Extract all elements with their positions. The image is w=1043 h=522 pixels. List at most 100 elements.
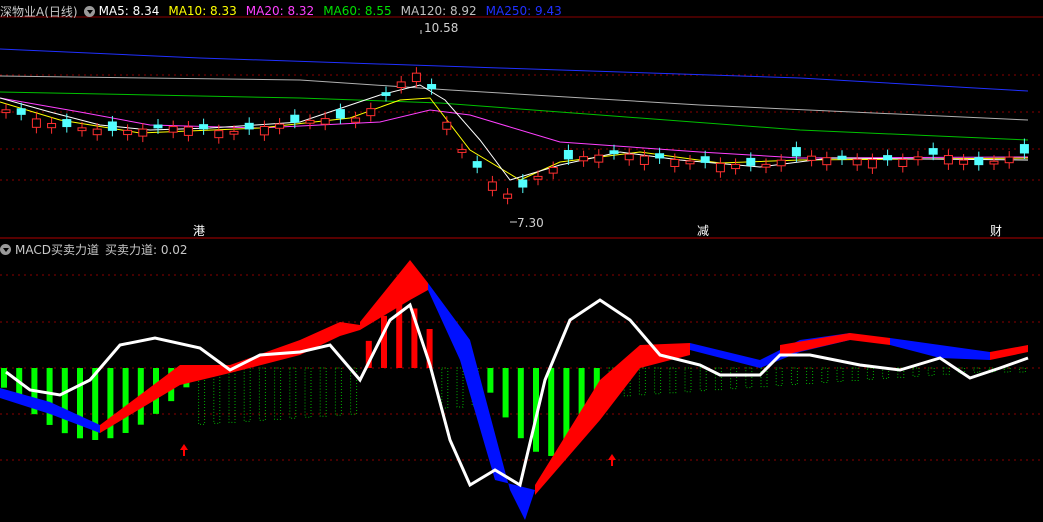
- macd-hist-outline: [1003, 367, 1011, 373]
- candle-body: [47, 122, 57, 129]
- candle-body: [518, 179, 528, 188]
- candle-body: [351, 117, 361, 123]
- ma250-line: [0, 48, 1029, 92]
- macd-hist-outline: [654, 367, 662, 395]
- macd-ribbon-red: [535, 343, 690, 495]
- dropdown-circle-icon[interactable]: [0, 243, 11, 255]
- macd-hist-bar: [1, 368, 7, 388]
- candle-body: [31, 118, 41, 128]
- candle-body: [776, 159, 786, 167]
- candle-body: [943, 155, 953, 165]
- candle-body: [442, 121, 452, 130]
- macd-hist-outline: [334, 367, 342, 416]
- candle-body: [396, 81, 406, 89]
- candle-body: [989, 160, 999, 165]
- candle-body: [898, 159, 908, 168]
- candle-body: [138, 128, 148, 137]
- macd-hist-bar: [77, 368, 83, 439]
- macd-hist-outline: [441, 367, 449, 409]
- event-marker-cai[interactable]: 财: [990, 222, 1002, 239]
- candle-body: [77, 127, 87, 132]
- candle-body: [153, 124, 163, 129]
- candle-body: [807, 155, 817, 161]
- candle-body: [275, 123, 285, 129]
- candle-body: [168, 126, 178, 133]
- macd-hist-outline: [912, 367, 920, 377]
- ma60-label: MA60: 8.55: [323, 4, 392, 18]
- candle-body: [685, 160, 695, 165]
- candle-body: [107, 121, 117, 131]
- candle-body: [974, 157, 984, 166]
- ma5-label: MA5: 8.34: [98, 4, 160, 18]
- macd-hist-bar: [122, 368, 129, 433]
- macd-hist-bar: [517, 368, 524, 439]
- macd-ribbon-red: [990, 345, 1028, 360]
- candle-body: [411, 72, 421, 83]
- macd-hist-bar: [487, 368, 494, 393]
- candle-body: [670, 158, 680, 167]
- macd-hist-outline: [836, 367, 844, 382]
- candle-body: [1, 109, 11, 114]
- candle-body: [183, 126, 193, 136]
- event-marker-gang[interactable]: 港: [193, 222, 205, 239]
- candle-body: [472, 161, 482, 168]
- candle-body: [700, 156, 710, 163]
- candle-body: [883, 155, 893, 161]
- ma250-label: MA250: 9.43: [485, 4, 562, 18]
- low-price-label: 7.30: [517, 216, 544, 230]
- candle-body: [822, 157, 832, 166]
- macd-hist-outline: [669, 367, 677, 394]
- candle-body: [959, 159, 969, 165]
- candle-body: [199, 124, 209, 130]
- candle-body: [624, 153, 634, 161]
- candle-body: [1004, 156, 1014, 164]
- macd-hist-bar: [381, 315, 387, 368]
- chart-canvas: [0, 16, 1043, 520]
- candle-body: [427, 84, 437, 90]
- macd-hist-outline: [1018, 367, 1026, 373]
- macd-hist-outline: [851, 367, 859, 381]
- macd-hist-outline: [274, 367, 282, 420]
- buy-arrow-icon: [180, 444, 188, 450]
- macd-hist-outline: [684, 367, 692, 393]
- macd-hist-outline: [821, 367, 829, 383]
- macd-hist-outline: [304, 367, 312, 418]
- candle-body: [746, 157, 756, 166]
- candle-body: [548, 167, 558, 174]
- dropdown-circle-icon[interactable]: [83, 5, 95, 17]
- candle-body: [214, 130, 224, 139]
- candle-body: [244, 122, 254, 130]
- macd-title: MACD买卖力道: [15, 242, 99, 257]
- candle-body: [579, 156, 589, 162]
- candle-body: [867, 159, 877, 169]
- macd-hist-outline: [730, 367, 738, 390]
- candle-body: [928, 148, 938, 155]
- high-price-label: 10.58: [424, 21, 459, 35]
- candle-body: [1019, 144, 1029, 154]
- candle-body: [852, 158, 862, 166]
- macd-hist-outline: [638, 367, 646, 396]
- candle-body: [503, 193, 513, 199]
- macd-hist-outline: [289, 367, 297, 419]
- macd-hist-bar: [46, 368, 53, 425]
- macd-hist-outline: [806, 367, 814, 385]
- macd-hist-outline: [927, 367, 935, 376]
- candle-body: [913, 156, 923, 161]
- main-panel-header: 深物业A(日线) MA5: 8.34 MA10: 8.33 MA20: 8.32…: [0, 2, 571, 20]
- candle-body: [761, 163, 771, 168]
- candle-body: [837, 155, 847, 160]
- candle-body: [609, 150, 619, 155]
- candle-body: [305, 119, 315, 124]
- ma20-label: MA20: 8.32: [245, 4, 315, 18]
- candle-body: [731, 163, 741, 170]
- sub-panel-header: MACD买卖力道 买卖力道: 0.02: [0, 240, 194, 258]
- macd-hist-bar: [548, 368, 555, 456]
- event-marker-jian[interactable]: 减: [697, 222, 709, 239]
- macd-hist-outline: [699, 367, 707, 392]
- candle-body: [290, 114, 300, 123]
- macd-value: 买卖力道: 0.02: [104, 242, 188, 257]
- macd-hist-outline: [456, 367, 464, 408]
- stock-title: 深物业A(日线): [0, 4, 78, 19]
- macd-hist-outline: [942, 367, 950, 375]
- candle-body: [563, 150, 573, 160]
